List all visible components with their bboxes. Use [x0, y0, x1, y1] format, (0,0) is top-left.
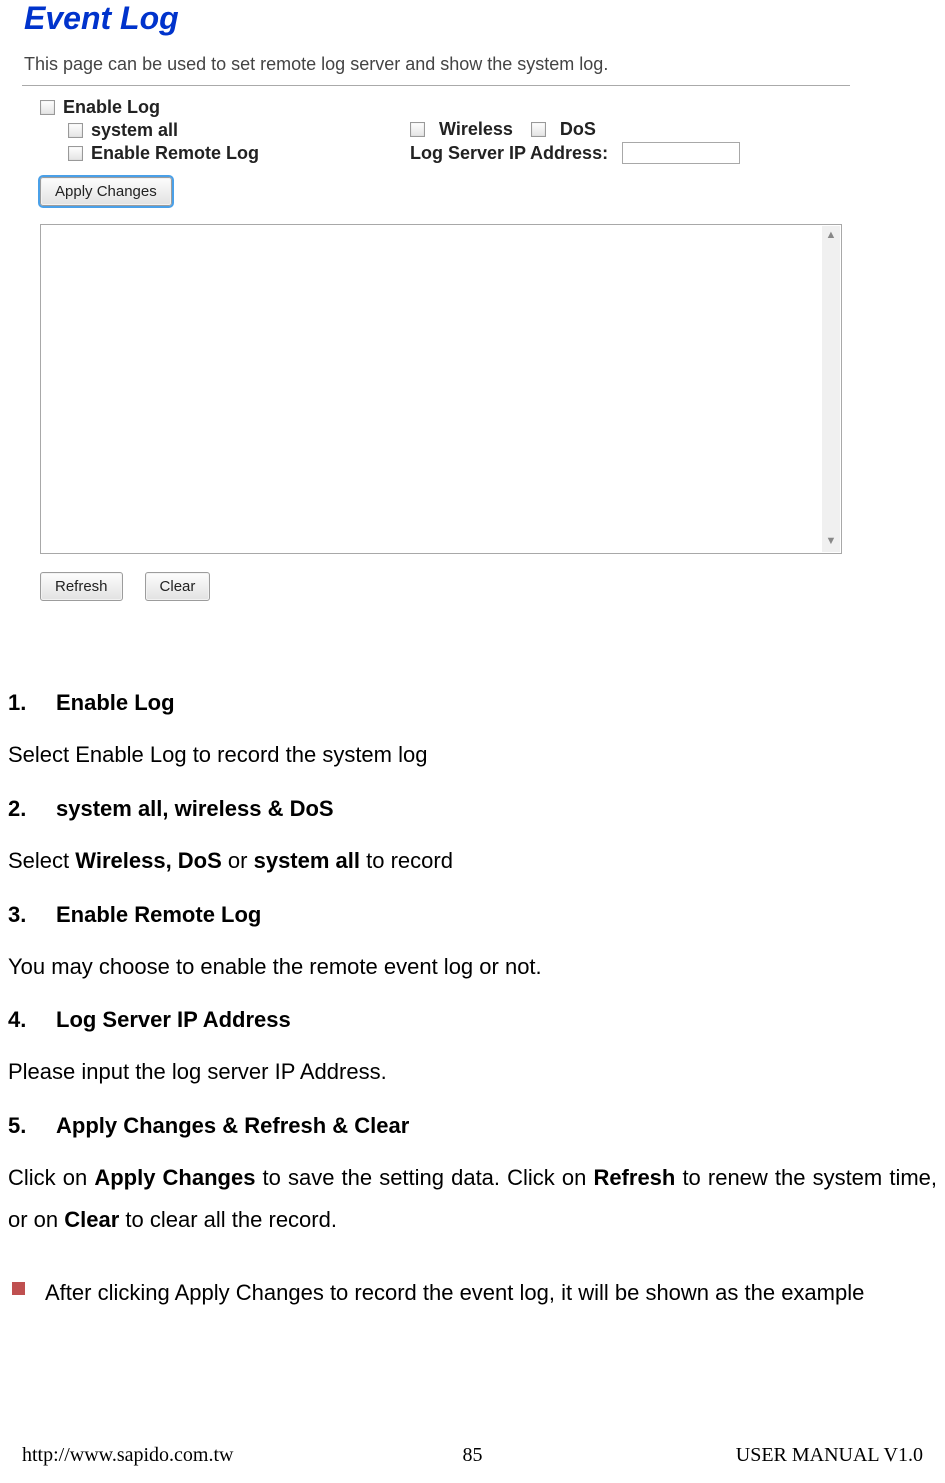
enable-remote-log-checkbox[interactable] — [68, 146, 83, 161]
heading-2: 2.system all, wireless & DoS — [8, 796, 937, 822]
footer-url: http://www.sapido.com.tw — [22, 1444, 233, 1467]
heading-5: 5.Apply Changes & Refresh & Clear — [8, 1113, 937, 1139]
log-textarea[interactable]: ▲ ▼ — [40, 224, 842, 554]
paragraph-4: Please input the log server IP Address. — [8, 1051, 937, 1093]
bullet-item: After clicking Apply Changes to record t… — [8, 1273, 937, 1313]
paragraph-2: Select Wireless, DoS or system all to re… — [8, 840, 937, 882]
square-bullet-icon — [12, 1282, 25, 1295]
event-log-screenshot: Event Log This page can be used to set r… — [22, 0, 850, 660]
log-server-ip-label: Log Server IP Address: — [410, 143, 608, 164]
system-all-label: system all — [91, 120, 178, 141]
paragraph-3: You may choose to enable the remote even… — [8, 946, 937, 988]
paragraph-5: Click on Apply Changes to save the setti… — [8, 1157, 937, 1241]
footer-version: USER MANUAL V1.0 — [736, 1444, 923, 1467]
enable-log-checkbox[interactable] — [40, 100, 55, 115]
wireless-label: Wireless — [439, 119, 513, 140]
enable-log-label: Enable Log — [63, 97, 160, 118]
clear-button[interactable]: Clear — [145, 572, 211, 601]
paragraph-1: Select Enable Log to record the system l… — [8, 734, 937, 776]
page-description: This page can be used to set remote log … — [22, 42, 850, 83]
scrollbar-track[interactable]: ▲ ▼ — [822, 226, 840, 552]
scroll-up-icon[interactable]: ▲ — [825, 230, 837, 242]
dos-label: DoS — [560, 119, 596, 140]
page-number: 85 — [463, 1444, 483, 1467]
system-all-checkbox[interactable] — [68, 123, 83, 138]
heading-1: 1.Enable Log — [8, 690, 937, 716]
divider — [22, 85, 850, 86]
heading-3: 3.Enable Remote Log — [8, 902, 937, 928]
log-server-ip-input[interactable] — [622, 142, 740, 164]
apply-changes-button[interactable]: Apply Changes — [40, 177, 172, 206]
enable-remote-log-label: Enable Remote Log — [91, 143, 259, 164]
dos-checkbox[interactable] — [531, 122, 546, 137]
bullet-text: After clicking Apply Changes to record t… — [45, 1273, 937, 1313]
page-footer: http://www.sapido.com.tw 85 USER MANUAL … — [0, 1444, 945, 1467]
options-area: Enable Log system all Enable Remote Log … — [22, 96, 850, 167]
page-title: Event Log — [22, 0, 850, 42]
documentation-body: 1.Enable Log Select Enable Log to record… — [0, 690, 945, 1312]
scroll-down-icon[interactable]: ▼ — [825, 536, 837, 548]
heading-4: 4.Log Server IP Address — [8, 1007, 937, 1033]
wireless-checkbox[interactable] — [410, 122, 425, 137]
refresh-button[interactable]: Refresh — [40, 572, 123, 601]
